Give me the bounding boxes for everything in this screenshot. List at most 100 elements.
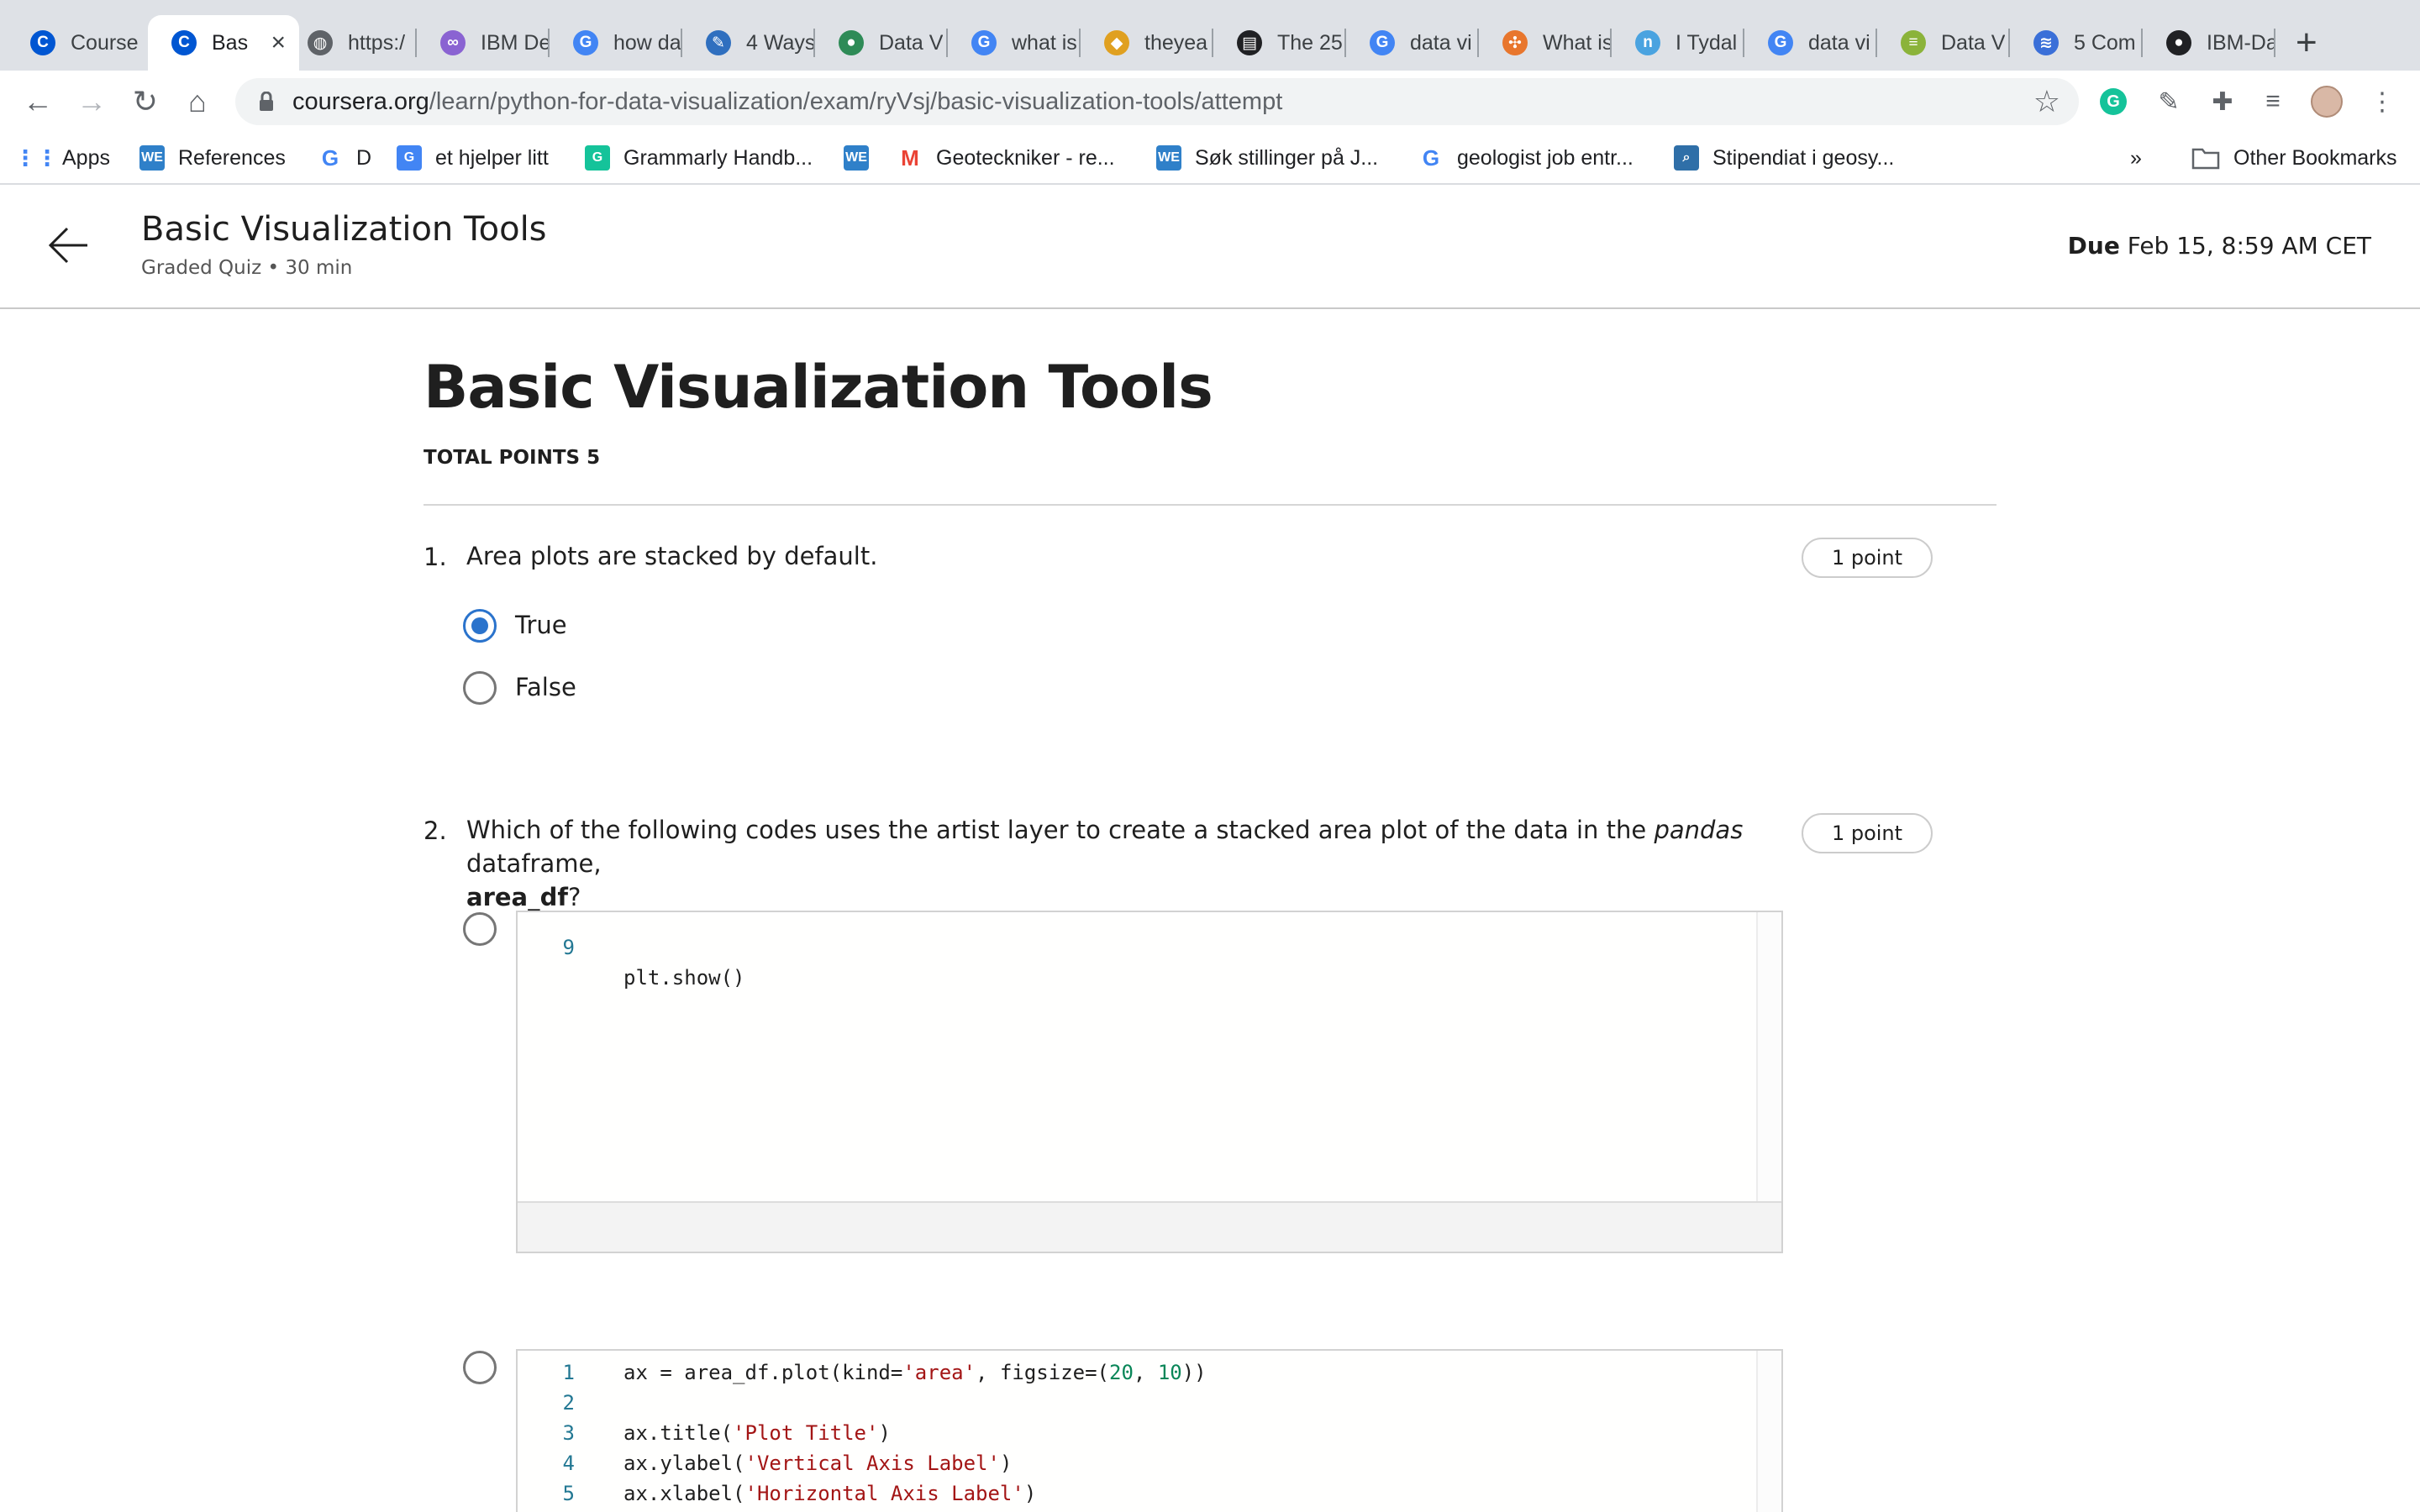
google-icon: G: [1768, 30, 1793, 55]
bookmark-item[interactable]: Ggeologist job entr...: [1418, 141, 1634, 175]
line-number: 9: [562, 936, 575, 959]
tab-label: data vi: [1410, 30, 1472, 55]
quiz-header: Basic Visualization Tools Graded Quiz • …: [0, 185, 2420, 309]
bookmark-item[interactable]: M Geoteckniker - re...: [897, 141, 1115, 175]
header-title: Basic Visualization Tools: [141, 210, 547, 249]
browser-tab[interactable]: ≋ 5 Com: [2010, 15, 2143, 71]
q2-option-b-radio[interactable]: [463, 1351, 497, 1384]
q1-option-true-label[interactable]: True: [515, 611, 567, 639]
tab-label: https:/: [348, 30, 406, 55]
bookmark-label: Søk stillinger på J...: [1195, 145, 1379, 170]
google-icon: G: [573, 30, 598, 55]
other-bookmarks-folder[interactable]: Other Bookmarks: [2191, 141, 2397, 175]
browser-tab[interactable]: ✎ 4 Ways: [682, 15, 815, 71]
bookmarks-overflow-label: »: [2130, 145, 2142, 170]
new-tab-button[interactable]: +: [2296, 24, 2317, 62]
q1-option-true-radio[interactable]: [463, 609, 497, 643]
bookmark-label: et hjelper litt: [435, 145, 549, 170]
bookmark-label: Geoteckniker - re...: [936, 145, 1115, 170]
q2-text-emphasis: pandas: [1654, 816, 1744, 844]
browser-tab[interactable]: ✣ What is: [1479, 15, 1612, 71]
browser-tab[interactable]: Gdata vi: [1346, 15, 1479, 71]
bookmarks-overflow-icon[interactable]: »: [2130, 141, 2142, 175]
translate-icon: G: [397, 145, 422, 171]
due-date: Due Feb 15, 8:59 AM CET: [2068, 232, 2371, 260]
bookmark-label: Grammarly Handb...: [623, 145, 813, 170]
bookmark-label: Apps: [62, 145, 110, 170]
browser-tab[interactable]: Gdata vi: [1744, 15, 1877, 71]
eyedropper-extension-icon[interactable]: ✎: [2153, 86, 2185, 118]
browser-tab[interactable]: C Course: [7, 15, 146, 71]
bookmark-label: References: [178, 145, 286, 170]
code-text: ax.title('Plot Title'): [623, 1421, 891, 1445]
browser-tab[interactable]: ● IBM-Da: [2143, 15, 2275, 71]
code-text: plt.show(): [623, 966, 745, 990]
back-icon[interactable]: ←: [18, 82, 57, 121]
bookmark-item[interactable]: ⌕ Stipendiat i geosy...: [1674, 141, 1894, 175]
total-points: TOTAL POINTS 5: [424, 447, 601, 469]
tab-label: The 25: [1277, 30, 1343, 55]
browser-tab[interactable]: n I Tydal: [1612, 15, 1744, 71]
code-text: ax.ylabel('Vertical Axis Label'): [623, 1452, 1013, 1475]
question-1-text: Area plots are stacked by default.: [466, 542, 878, 570]
tab-label: Bas: [212, 30, 249, 55]
we-icon: WE: [1156, 145, 1181, 171]
q2-option-a-radio[interactable]: [463, 912, 497, 946]
browser-tab[interactable]: ≡ Data V: [1877, 15, 2010, 71]
line-number: 2: [562, 1391, 575, 1415]
browser-tab[interactable]: C Bas ×: [148, 15, 299, 71]
q2-option-b-code-editor[interactable]: 5 ax.xlabel('Horizontal Axis Label') 4 ax.y…: [516, 1349, 1783, 1512]
bookmark-item[interactable]: Get hjelper litt: [397, 141, 549, 175]
bookmark-star-icon[interactable]: ☆: [2033, 85, 2060, 118]
question-2-number: 2.: [424, 816, 447, 845]
profile-avatar[interactable]: [2311, 86, 2343, 118]
reload-icon[interactable]: ↻: [126, 82, 165, 121]
bookmark-label: geologist job entr...: [1457, 145, 1634, 170]
browser-menu-icon[interactable]: ⋮: [2366, 86, 2398, 118]
code-text: ax = area_df.plot(kind='area', figsize=(…: [623, 1361, 1207, 1384]
extensions-puzzle-icon[interactable]: ✚: [2207, 86, 2238, 118]
back-arrow-icon[interactable]: [47, 223, 91, 267]
browser-tab[interactable]: Gwhat is: [948, 15, 1081, 71]
bookmark-item[interactable]: GD: [318, 141, 371, 175]
gmail-icon: M: [901, 144, 919, 171]
bookmark-item[interactable]: WE: [844, 141, 869, 175]
browser-tab[interactable]: ● Data V: [815, 15, 948, 71]
bookmark-label: Stipendiat i geosy...: [1712, 145, 1895, 170]
address-bar[interactable]: coursera.org/learn/python-for-data-visua…: [235, 78, 2079, 125]
browser-tab[interactable]: ◆ theyea: [1081, 15, 1213, 71]
due-value: Feb 15, 8:59 AM CET: [2127, 232, 2371, 260]
q2-option-a-code-editor[interactable]: 9 plt.show(): [516, 911, 1783, 1253]
we-icon: WE: [139, 145, 165, 171]
home-icon[interactable]: ⌂: [178, 82, 217, 121]
bookmark-item[interactable]: WE References: [139, 141, 286, 175]
bars-icon: ≡: [1901, 30, 1926, 55]
grammarly-extension-icon[interactable]: G: [2097, 86, 2129, 118]
line-number: 4: [562, 1452, 575, 1475]
tab-label: 5 Com: [2074, 30, 2136, 55]
tab-label: What is: [1543, 30, 1612, 55]
q1-option-false-radio[interactable]: [463, 671, 497, 705]
browser-tab[interactable]: ◍ https:/: [284, 15, 417, 71]
divider: [424, 504, 1996, 506]
bookmark-item[interactable]: ⋮⋮ Apps: [14, 141, 110, 175]
code-line: 9 plt.show(): [518, 912, 745, 990]
browser-tab[interactable]: ∞ IBM De: [417, 15, 550, 71]
bookmark-item[interactable]: G Grammarly Handb...: [585, 141, 813, 175]
question-2-points-badge: 1 point: [1802, 813, 1933, 853]
bookmark-item[interactable]: WE Søk stillinger på J...: [1156, 141, 1378, 175]
github-icon: ●: [2166, 30, 2191, 55]
q2-text-bold: area_df: [466, 883, 568, 911]
browser-tab[interactable]: ▤ The 25: [1213, 15, 1346, 71]
q2-text-part-2: dataframe,: [466, 849, 602, 878]
coursera-icon: C: [30, 30, 55, 55]
tab-label: 4 Ways: [746, 30, 815, 55]
browser-tab[interactable]: Ghow da: [550, 15, 682, 71]
chart-icon: ▤: [1237, 30, 1262, 55]
forward-icon[interactable]: →: [72, 82, 111, 121]
q1-option-false-label[interactable]: False: [515, 673, 576, 701]
editor-scrollbar[interactable]: [1756, 1351, 1781, 1512]
media-queue-icon[interactable]: ≡: [2257, 86, 2289, 118]
tab-label: data vi: [1808, 30, 1870, 55]
line-number: 1: [562, 1361, 575, 1384]
